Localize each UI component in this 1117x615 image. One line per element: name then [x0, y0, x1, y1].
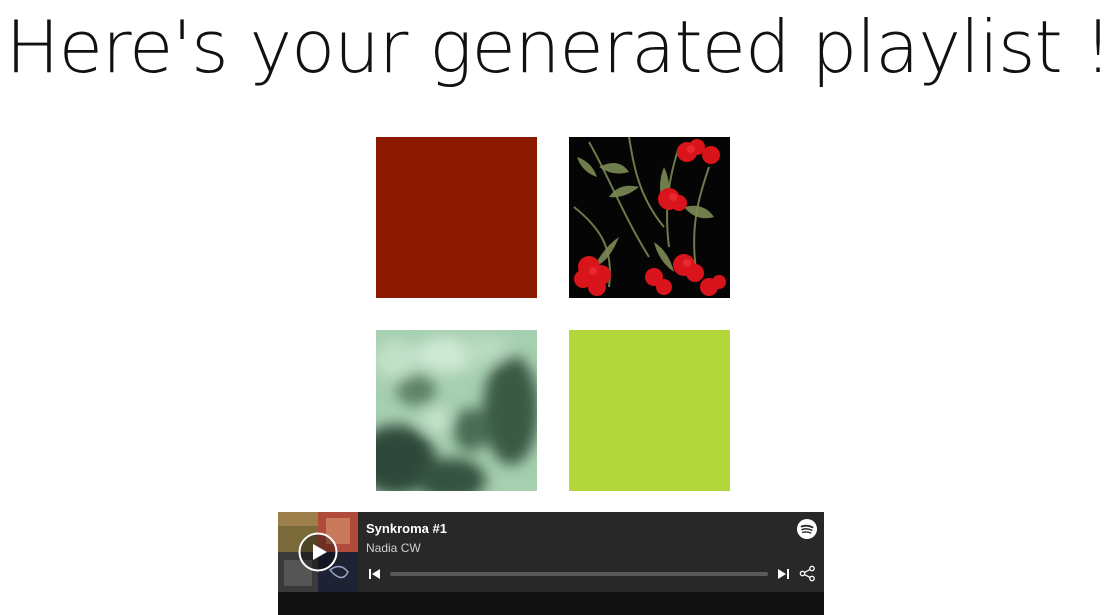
- track-title[interactable]: Synkroma #1: [366, 521, 447, 536]
- skip-next-icon[interactable]: [776, 567, 790, 581]
- album-cover-carnations: [569, 137, 730, 298]
- skip-previous-icon[interactable]: [368, 567, 382, 581]
- play-button[interactable]: [298, 532, 338, 572]
- page-title: Here's your generated playlist !: [5, 5, 1113, 89]
- carnations-art: [569, 137, 730, 298]
- progress-bar[interactable]: [390, 572, 768, 576]
- spotify-embed-player: Synkroma #1 Nadia CW: [278, 512, 824, 615]
- share-icon[interactable]: [799, 565, 816, 582]
- player-footer: [278, 592, 824, 615]
- album-cover-lime-art: [569, 330, 730, 491]
- album-cover-open-your-eyes: [376, 330, 537, 491]
- album-cover-lime: [569, 330, 730, 491]
- album-cover-red: [376, 137, 537, 298]
- spotify-icon[interactable]: [797, 519, 817, 539]
- track-cover: [278, 512, 358, 592]
- album-cover-red-art: [376, 137, 537, 298]
- track-artist[interactable]: Nadia CW: [366, 541, 421, 555]
- open-your-eyes-art: [376, 330, 537, 491]
